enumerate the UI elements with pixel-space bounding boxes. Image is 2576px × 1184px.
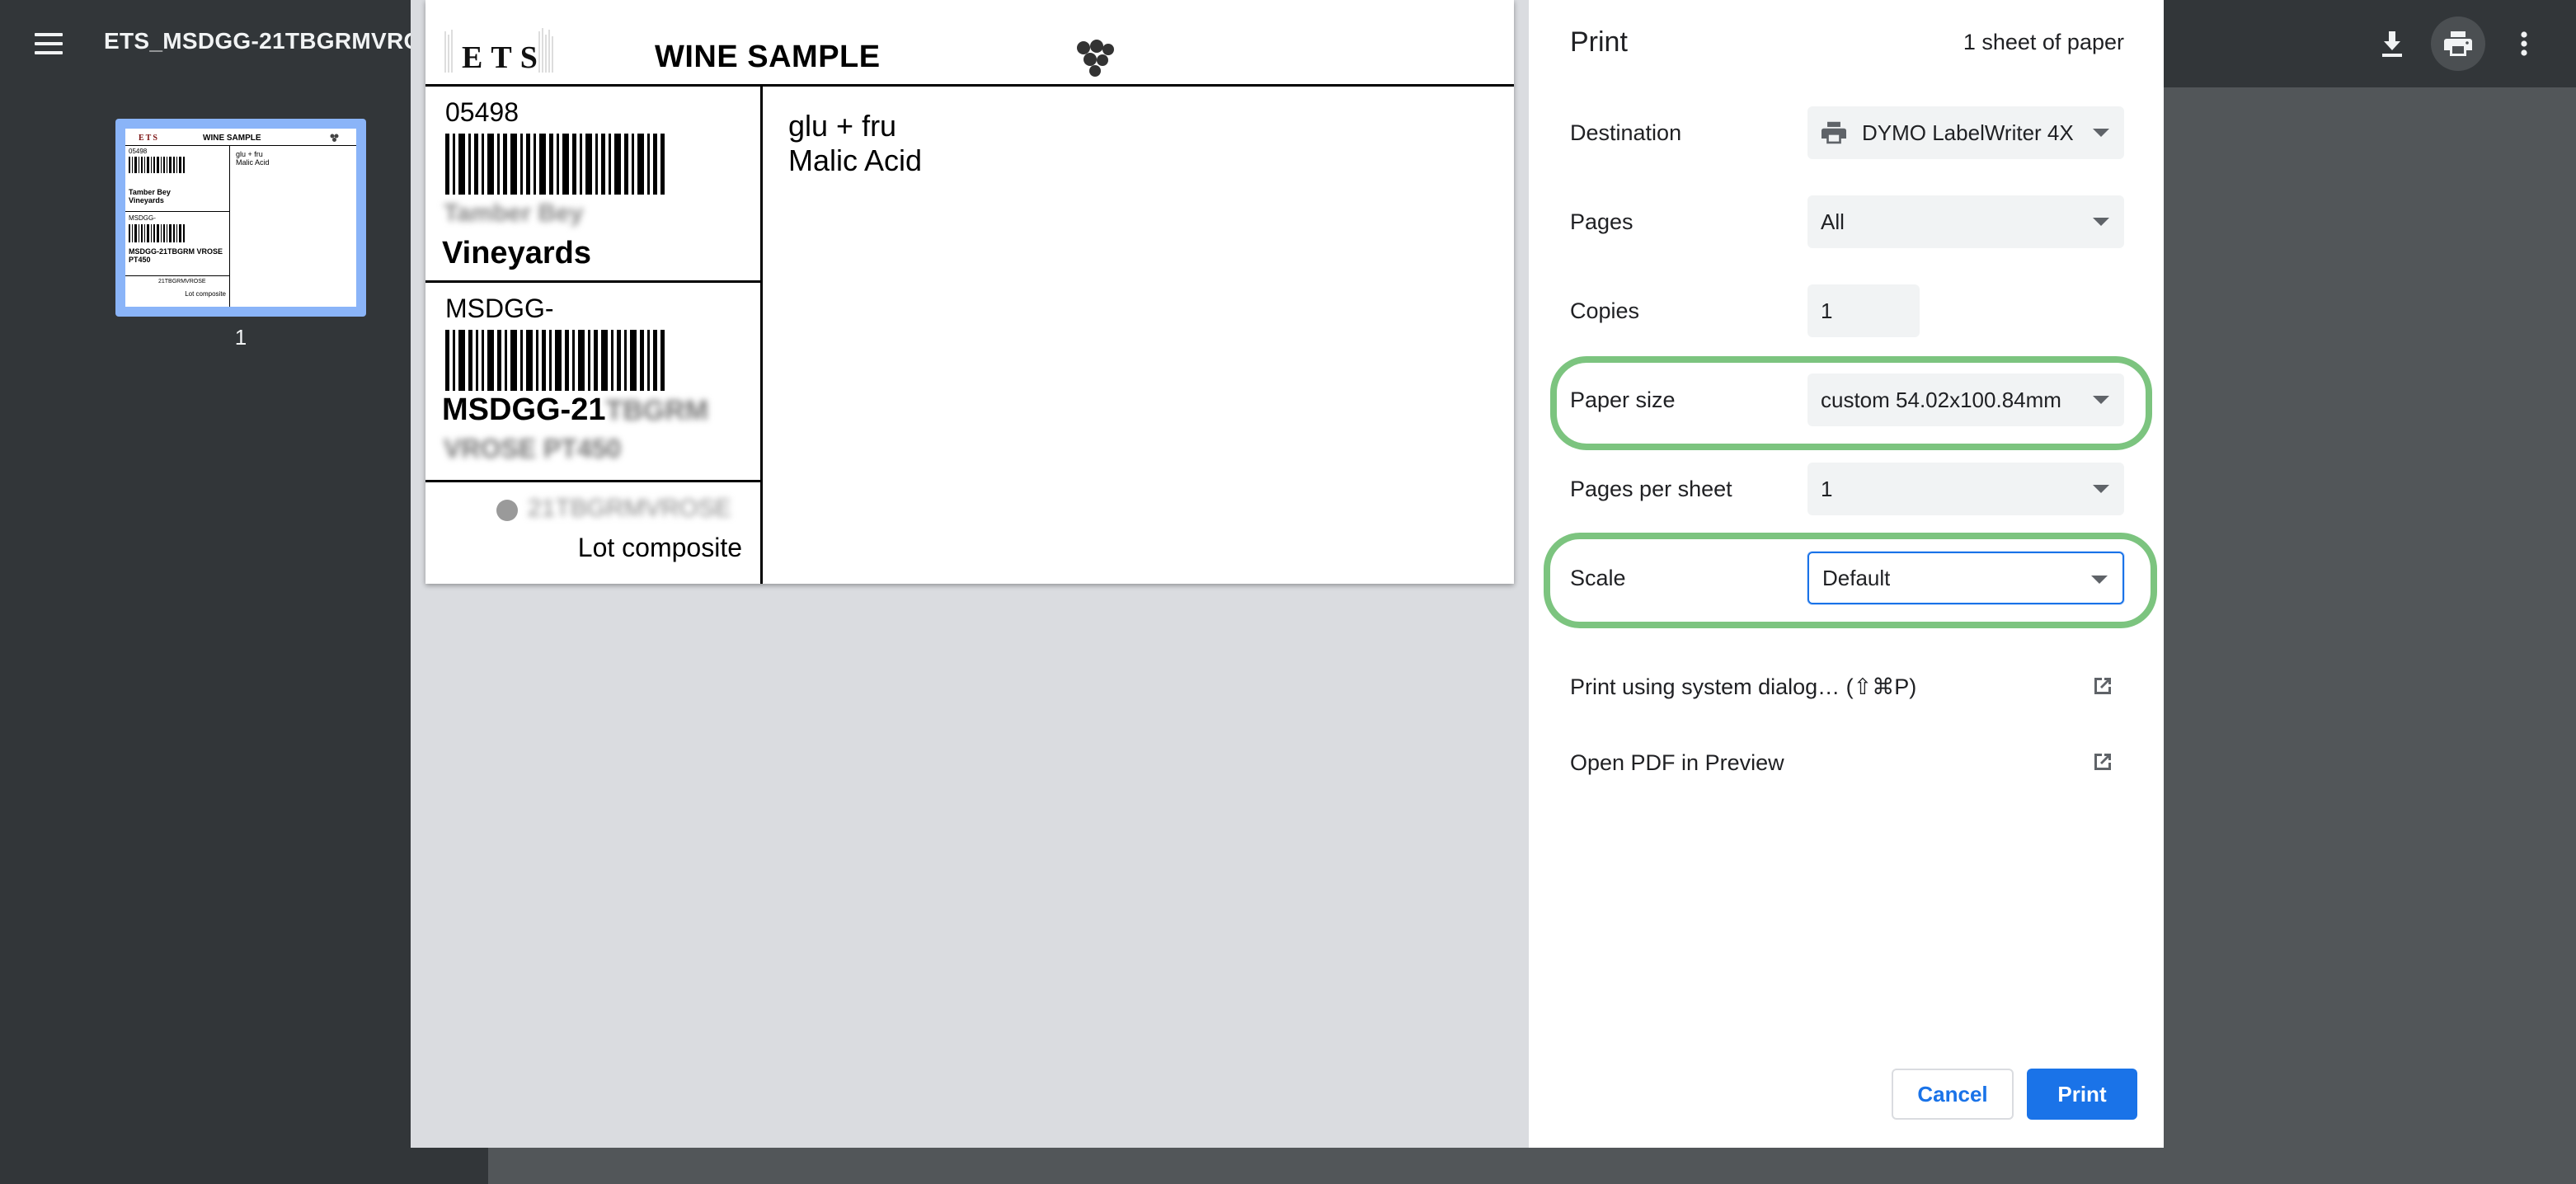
copies-input[interactable]: 1 bbox=[1807, 284, 1920, 337]
analysis-item: glu + fru bbox=[788, 109, 897, 143]
paper-size-label: Paper size bbox=[1570, 388, 1676, 412]
paper-size-select[interactable]: custom 54.02x100.84mm bbox=[1807, 374, 2124, 426]
chevron-down-icon bbox=[2093, 396, 2109, 404]
copies-label: Copies bbox=[1570, 298, 1640, 323]
chevron-down-icon bbox=[2093, 218, 2109, 226]
thumbnail-barcode bbox=[129, 157, 185, 173]
analysis-item: Malic Acid bbox=[788, 143, 923, 177]
printer-icon bbox=[1822, 121, 1846, 144]
label-row-divider bbox=[425, 280, 760, 283]
download-icon[interactable] bbox=[2365, 16, 2419, 71]
label-heading: WINE SAMPLE bbox=[655, 40, 881, 74]
scale-value: Default bbox=[1822, 565, 1891, 590]
open-in-new-icon[interactable] bbox=[2091, 750, 2114, 773]
thumbnail-heading: WINE SAMPLE bbox=[203, 134, 261, 143]
client-code: 05498 bbox=[445, 97, 519, 127]
thumbnail-client-code: 05498 bbox=[129, 148, 148, 155]
thumbnail-divider bbox=[125, 211, 229, 212]
thumbnail-barcode bbox=[129, 224, 185, 242]
pages-per-sheet-value: 1 bbox=[1821, 476, 1833, 501]
printer-icon[interactable] bbox=[2431, 16, 2485, 71]
sample-barcode bbox=[445, 330, 665, 391]
thumbnail-analysis-1: glu + fru bbox=[236, 150, 263, 158]
client-barcode bbox=[445, 134, 665, 195]
thumbnail-sample-id: MSDGG-21TBGRM VROSE PT450 bbox=[129, 247, 223, 264]
print-button[interactable]: Print bbox=[2027, 1069, 2137, 1120]
sample-id-line: MSDGG-21TBGRM bbox=[442, 392, 708, 428]
open-pdf-link[interactable]: Open PDF in Preview bbox=[1570, 750, 1784, 776]
label-header-divider bbox=[425, 84, 1514, 87]
menu-icon[interactable] bbox=[30, 25, 68, 63]
document-title: ETS_MSDGG-21TBGRMVROS bbox=[104, 28, 438, 54]
pages-per-sheet-label: Pages per sheet bbox=[1570, 477, 1732, 501]
scale-label: Scale bbox=[1570, 566, 1626, 590]
chevron-down-icon bbox=[2093, 129, 2109, 137]
thumbnail-page-number: 1 bbox=[234, 325, 247, 350]
label-column-divider bbox=[760, 84, 763, 584]
system-dialog-link[interactable]: Print using system dialog… (⇧⌘P) bbox=[1570, 674, 1916, 700]
sheet-count: 1 sheet of paper bbox=[1963, 30, 2124, 54]
lot-status-dot bbox=[496, 500, 518, 521]
open-in-new-icon[interactable] bbox=[2091, 674, 2114, 698]
more-vert-icon[interactable] bbox=[2497, 16, 2551, 71]
ets-logo-text: ETS bbox=[462, 40, 546, 75]
scale-select[interactable]: Default bbox=[1807, 552, 2124, 604]
sample-extra-redacted: VROSE PT450 bbox=[444, 434, 622, 463]
thumbnail-logo-text: ETS bbox=[139, 134, 159, 143]
client-name: Vineyards bbox=[442, 236, 591, 270]
sample-id: MSDGG-21 bbox=[442, 392, 606, 427]
pages-label: Pages bbox=[1570, 209, 1634, 234]
thumbnail-lot-id: 21TBGRMVROSE bbox=[158, 279, 206, 284]
thumbnail-client-name: Tamber Bey Vineyards bbox=[129, 188, 171, 204]
thumbnail-analysis-2: Malic Acid bbox=[236, 158, 270, 167]
lot-id-redacted: 21TBGRMVROSE bbox=[528, 495, 731, 522]
sample-prefix: MSDGG- bbox=[445, 294, 554, 323]
ets-logo: ETS bbox=[442, 25, 557, 76]
copies-value: 1 bbox=[1821, 298, 1833, 323]
pages-per-sheet-select[interactable]: 1 bbox=[1807, 463, 2124, 515]
label-preview-page: ETS WINE SAMPLE 05498 Tamber Bey Vineyar… bbox=[425, 0, 1514, 584]
thumbnail-label-preview: ETS WINE SAMPLE 05498 Tamber Bey Vineyar… bbox=[125, 129, 356, 307]
destination-value: DYMO LabelWriter 4XL bbox=[1862, 120, 2073, 145]
label-row-divider bbox=[425, 480, 760, 482]
thumbnail-divider bbox=[125, 145, 356, 146]
client-name-redacted: Tamber Bey bbox=[444, 200, 584, 227]
grapes-icon bbox=[1077, 40, 1114, 77]
thumbnail-grapes-icon bbox=[330, 134, 339, 142]
sample-id-redacted: TBGRM bbox=[605, 395, 709, 426]
pages-select[interactable]: All bbox=[1807, 195, 2124, 248]
dialog-title: Print bbox=[1570, 26, 1628, 58]
destination-label: Destination bbox=[1570, 120, 1682, 145]
chevron-down-icon bbox=[2091, 576, 2108, 584]
thumbnail-lot-type: Lot composite bbox=[185, 290, 226, 298]
chevron-down-icon bbox=[2093, 485, 2109, 493]
lot-type: Lot composite bbox=[577, 533, 742, 562]
thumbnail-divider bbox=[125, 275, 229, 276]
destination-select[interactable]: DYMO LabelWriter 4XL bbox=[1807, 106, 2124, 159]
thumbnail-divider bbox=[229, 145, 230, 307]
pages-value: All bbox=[1821, 209, 1845, 234]
paper-size-value: custom 54.02x100.84mm bbox=[1821, 387, 2061, 412]
thumbnail-sample-prefix: MSDGG- bbox=[129, 214, 156, 222]
cancel-button[interactable]: Cancel bbox=[1892, 1069, 2014, 1120]
page-thumbnail[interactable]: ETS WINE SAMPLE 05498 Tamber Bey Vineyar… bbox=[115, 119, 366, 317]
